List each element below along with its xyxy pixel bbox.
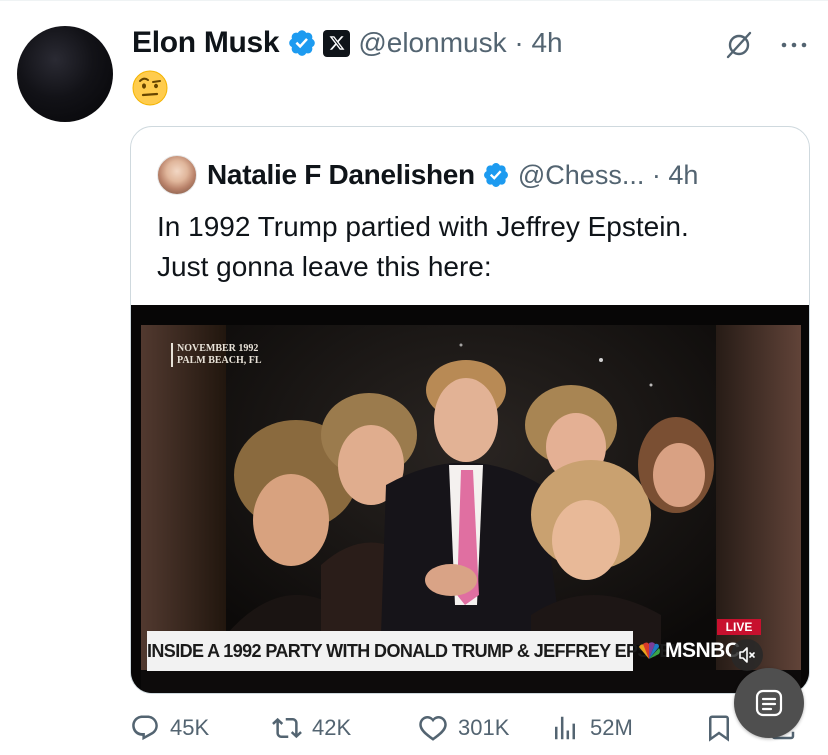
quoted-post-header: Natalie F Danelishen @Chess... · 4h bbox=[157, 155, 698, 195]
quoted-author-avatar[interactable] bbox=[157, 155, 197, 195]
reply-button[interactable]: 45K bbox=[130, 708, 209, 748]
network-name: MSNBC bbox=[665, 639, 740, 662]
raised-eyebrow-emoji bbox=[132, 70, 168, 106]
x-affiliate-icon[interactable] bbox=[323, 29, 351, 57]
top-divider bbox=[0, 0, 828, 1]
quoted-author-name[interactable]: Natalie F Danelishen bbox=[207, 159, 475, 191]
author-name[interactable]: Elon Musk bbox=[132, 26, 280, 60]
date-line-2: PALM BEACH, FL bbox=[177, 355, 262, 366]
heart-icon bbox=[419, 715, 447, 741]
verified-badge-icon[interactable] bbox=[482, 161, 510, 189]
video-date-overlay: NOVEMBER 1992 PALM BEACH, FL bbox=[171, 343, 262, 367]
view-count: 52M bbox=[590, 715, 633, 740]
text-summary-icon bbox=[755, 689, 783, 717]
peacock-icon bbox=[639, 642, 660, 659]
quoted-text-line-1: In 1992 Trump partied with Jeffrey Epste… bbox=[157, 211, 689, 242]
views-icon bbox=[555, 716, 575, 740]
quoted-author-handle-time[interactable]: @Chess... · 4h bbox=[518, 160, 698, 191]
mute-icon[interactable] bbox=[724, 30, 754, 60]
volume-muted-icon bbox=[739, 647, 755, 663]
author-handle-time[interactable]: @elonmusk · 4h bbox=[358, 27, 562, 59]
views-button[interactable]: 52M bbox=[550, 708, 633, 748]
quoted-post-text: In 1992 Trump partied with Jeffrey Epste… bbox=[157, 207, 797, 287]
reply-icon bbox=[132, 715, 158, 741]
bookmark-icon bbox=[709, 715, 729, 742]
network-logo: MSNBC bbox=[637, 631, 740, 671]
more-icon[interactable] bbox=[780, 40, 808, 50]
news-chyron: INSIDE A 1992 PARTY WITH DONALD TRUMP & … bbox=[147, 631, 688, 671]
verified-badge-icon[interactable] bbox=[287, 28, 317, 58]
bookmark-button[interactable] bbox=[704, 708, 734, 748]
quoted-post-card[interactable]: Natalie F Danelishen @Chess... · 4h In 1… bbox=[130, 126, 810, 694]
summary-fab-button[interactable] bbox=[734, 668, 804, 738]
author-avatar[interactable] bbox=[17, 26, 113, 122]
video-mute-button[interactable] bbox=[731, 639, 763, 671]
post-actions-bar: 45K 42K 301K 52M bbox=[130, 708, 810, 748]
reply-count: 45K bbox=[170, 715, 210, 740]
like-count: 301K bbox=[458, 715, 510, 740]
repost-icon bbox=[272, 717, 302, 739]
date-line-1: NOVEMBER 1992 bbox=[177, 343, 259, 354]
quoted-text-line-2: Just gonna leave this here: bbox=[157, 251, 492, 282]
like-button[interactable]: 301K bbox=[418, 708, 509, 748]
repost-button[interactable]: 42K bbox=[272, 708, 351, 748]
post-header: Elon Musk @elonmusk · 4h bbox=[132, 24, 563, 62]
video-player[interactable]: NOVEMBER 1992 PALM BEACH, FL LIVE INSIDE… bbox=[131, 305, 809, 693]
repost-count: 42K bbox=[312, 715, 352, 740]
